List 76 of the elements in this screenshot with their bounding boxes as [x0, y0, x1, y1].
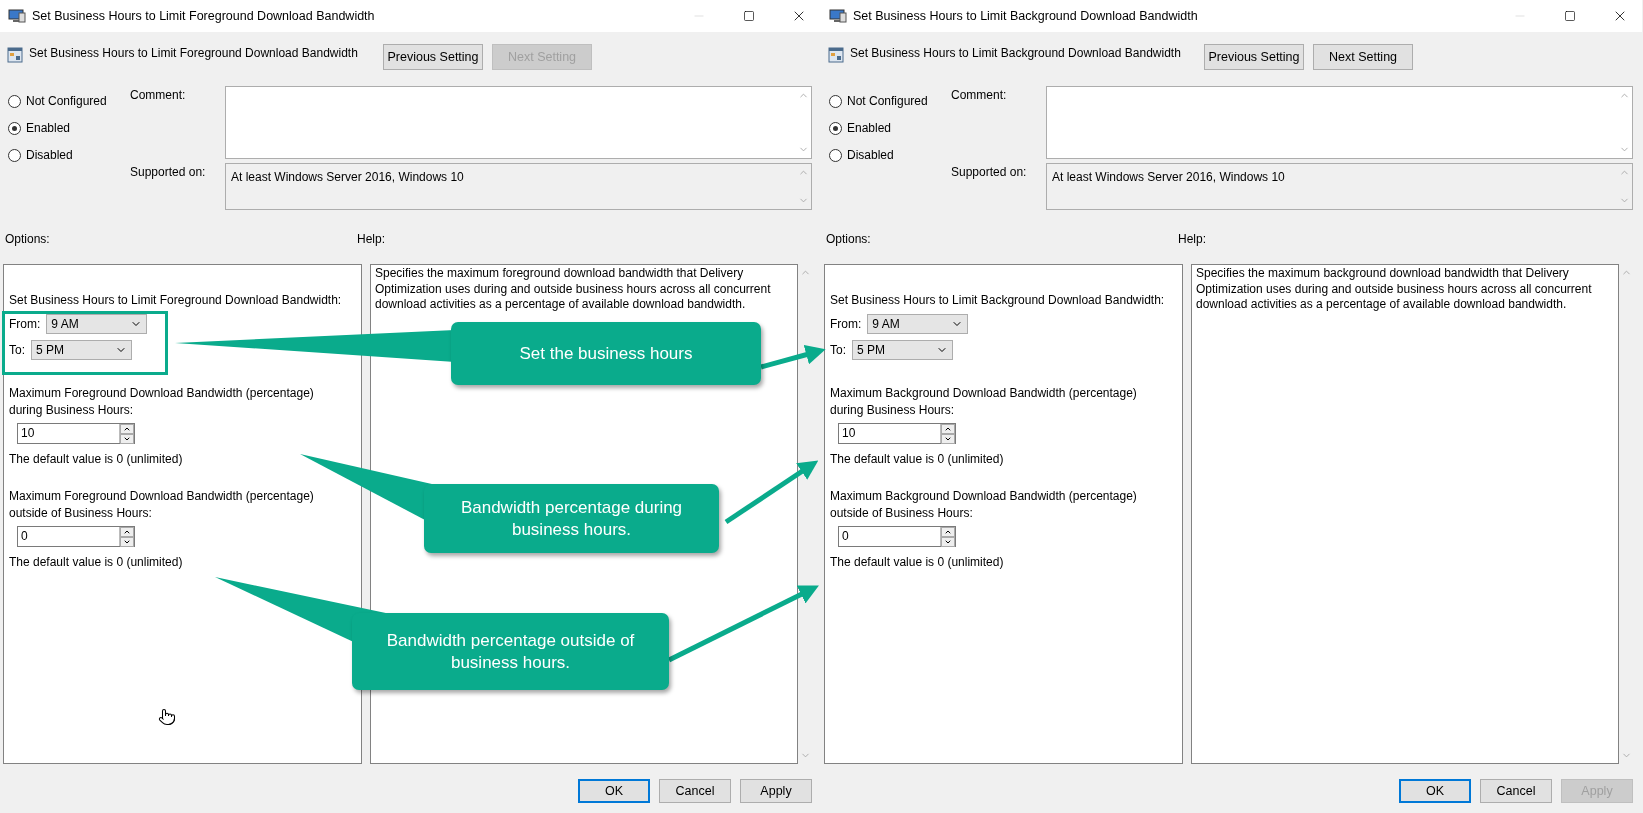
radio-label: Enabled [847, 121, 892, 135]
number-field[interactable]: 0 [838, 526, 956, 547]
radio-label: Disabled [847, 148, 894, 162]
previous-setting-button[interactable]: Previous Setting [1204, 44, 1304, 70]
options-heading: Set Business Hours to Limit Background Download Bandwidth: [830, 293, 1166, 307]
spin-up-button[interactable] [120, 527, 134, 537]
next-setting-button[interactable]: Next Setting [1313, 44, 1413, 70]
setting-heading: Set Business Hours to Limit Foreground Download Bandwidth [29, 46, 359, 60]
to-dropdown[interactable]: 5 PM [852, 340, 953, 360]
supported-label: Supported on: [130, 164, 207, 181]
default-note: The default value is 0 (unlimited) [9, 452, 184, 466]
dialog-button[interactable]: Cancel [659, 779, 731, 803]
radio-button[interactable] [8, 94, 21, 108]
maximize-icon [743, 10, 755, 22]
maximize-icon [1564, 10, 1576, 22]
comment-field[interactable] [1046, 86, 1633, 159]
window-title: Set Business Hours to Limit Background Download Bandwidth [853, 9, 1199, 23]
field-label: Maximum Foreground Download Bandwidth (percentage) during Business Hours: [9, 385, 315, 419]
radio-button[interactable] [829, 148, 842, 162]
help-label: Help: [1177, 232, 1207, 248]
hand-cursor-icon [158, 708, 176, 728]
radio-label: Not Configured [26, 94, 107, 108]
spin-up-button[interactable] [941, 424, 955, 434]
help-text: Specifies the maximum background download bandwidth that Delivery Optimization uses during and outside business hours across all concurrent download activities as a percentage of available download bandwidth. [1191, 264, 1619, 764]
radio-label: Not Configured [847, 94, 928, 108]
help-label: Help: [356, 232, 386, 248]
spin-down-button[interactable] [120, 434, 134, 444]
dialog-button[interactable]: Cancel [1480, 779, 1552, 803]
field-label: Maximum Background Download Bandwidth (percentage) during Business Hours: [830, 385, 1138, 419]
from-dropdown[interactable]: 9 AM [867, 314, 969, 334]
from-label: From: [830, 317, 862, 331]
from-dropdown[interactable]: 9 AM [46, 314, 148, 334]
setting-heading: Set Business Hours to Limit Background Download Bandwidth [850, 46, 1182, 60]
spin-up-button[interactable] [120, 424, 134, 434]
supported-text: At least Windows Server 2016, Windows 10 [230, 169, 465, 186]
supported-text: At least Windows Server 2016, Windows 10 [1051, 169, 1286, 186]
comment-field[interactable] [225, 86, 812, 159]
options-heading: Set Business Hours to Limit Foreground Download Bandwidth: [9, 293, 343, 307]
dialog-button[interactable]: Apply [740, 779, 812, 803]
supported-label: Supported on: [951, 164, 1028, 181]
options-label: Options: [4, 232, 51, 248]
spin-down-button[interactable] [941, 434, 955, 444]
spin-down-button[interactable] [941, 537, 955, 547]
dialog-button[interactable]: OK [1399, 779, 1471, 803]
previous-setting-button[interactable]: Previous Setting [383, 44, 483, 70]
default-note: The default value is 0 (unlimited) [9, 555, 184, 569]
to-label: To: [9, 343, 25, 357]
number-field[interactable]: 10 [838, 423, 956, 444]
spin-down-button[interactable] [120, 537, 134, 547]
policy-icon [828, 47, 844, 63]
to-label: To: [830, 343, 846, 357]
field-label: Maximum Foreground Download Bandwidth (percentage) outside of Business Hours: [9, 488, 315, 522]
callout: Bandwidth percentage outside of business hours. [352, 613, 669, 690]
arrow [760, 345, 826, 370]
default-note: The default value is 0 (unlimited) [830, 452, 1005, 466]
radio-button[interactable] [8, 148, 21, 162]
radio-button[interactable] [829, 121, 842, 135]
default-note: The default value is 0 (unlimited) [830, 555, 1005, 569]
to-dropdown[interactable]: 5 PM [31, 340, 132, 360]
computer-icon [8, 8, 26, 24]
options-label: Options: [825, 232, 872, 248]
dialog-button[interactable]: OK [578, 779, 650, 803]
computer-icon [829, 8, 847, 24]
number-field[interactable]: 10 [17, 423, 135, 444]
policy-icon [7, 47, 23, 63]
radio-label: Enabled [26, 121, 71, 135]
field-label: Maximum Background Download Bandwidth (percentage) outside of Business Hours: [830, 488, 1138, 522]
comment-label: Comment: [130, 87, 187, 104]
radio-label: Disabled [26, 148, 73, 162]
radio-button[interactable] [829, 94, 842, 108]
number-field[interactable]: 0 [17, 526, 135, 547]
radio-button[interactable] [8, 121, 21, 135]
from-label: From: [9, 317, 41, 331]
window-title: Set Business Hours to Limit Foreground Download Bandwidth [32, 9, 376, 23]
spin-up-button[interactable] [941, 527, 955, 537]
comment-label: Comment: [951, 87, 1008, 104]
